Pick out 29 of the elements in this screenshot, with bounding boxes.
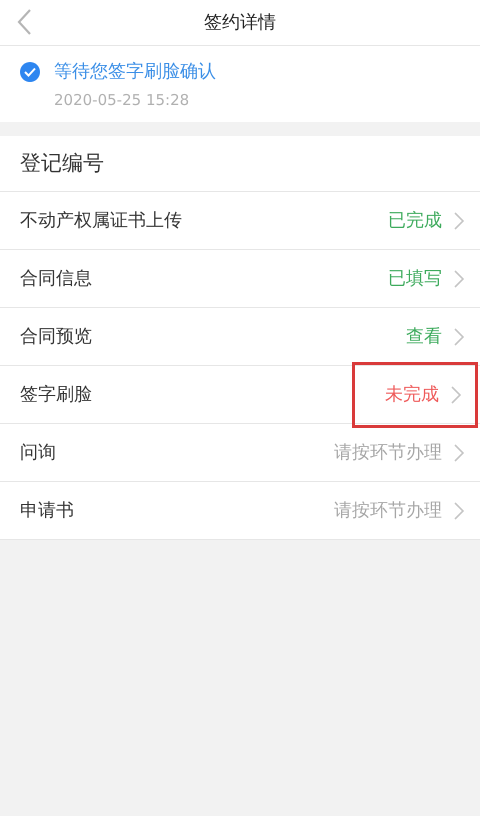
chevron-right-icon [451, 386, 461, 404]
list-row[interactable]: 签字刷脸 未完成 [0, 366, 480, 424]
section-title: 登记编号 [20, 150, 104, 177]
row-label: 合同预览 [20, 325, 93, 349]
row-label: 不动产权属证书上传 [20, 209, 183, 233]
page-title: 签约详情 [204, 11, 276, 35]
chevron-right-icon [454, 502, 464, 520]
row-status: 请按环节办理 [334, 441, 442, 465]
chevron-right-icon [454, 328, 464, 346]
row-label: 申请书 [20, 499, 75, 523]
row-label: 合同信息 [20, 267, 93, 291]
list-row[interactable]: 不动产权属证书上传 已完成 [0, 192, 480, 250]
chevron-right-icon [454, 270, 464, 288]
row-label: 签字刷脸 [20, 383, 93, 407]
list-row[interactable]: 合同信息 已填写 [0, 250, 480, 308]
status-time: 2020-05-25 15:28 [54, 90, 190, 111]
chevron-right-icon [454, 212, 464, 230]
status-text: 等待您签字刷脸确认 [54, 60, 216, 84]
row-status: 已填写 [388, 267, 442, 291]
list-row[interactable]: 问询 请按环节办理 [0, 424, 480, 482]
back-icon [16, 8, 32, 36]
row-status: 未完成 [385, 383, 439, 407]
row-status: 请按环节办理 [334, 499, 442, 523]
list-row[interactable]: 申请书 请按环节办理 [0, 482, 480, 540]
row-status: 已完成 [388, 209, 442, 233]
row-label: 问询 [20, 441, 57, 465]
chevron-right-icon [454, 444, 464, 462]
row-status: 查看 [406, 325, 442, 349]
list-row[interactable]: 合同预览 查看 [0, 308, 480, 366]
